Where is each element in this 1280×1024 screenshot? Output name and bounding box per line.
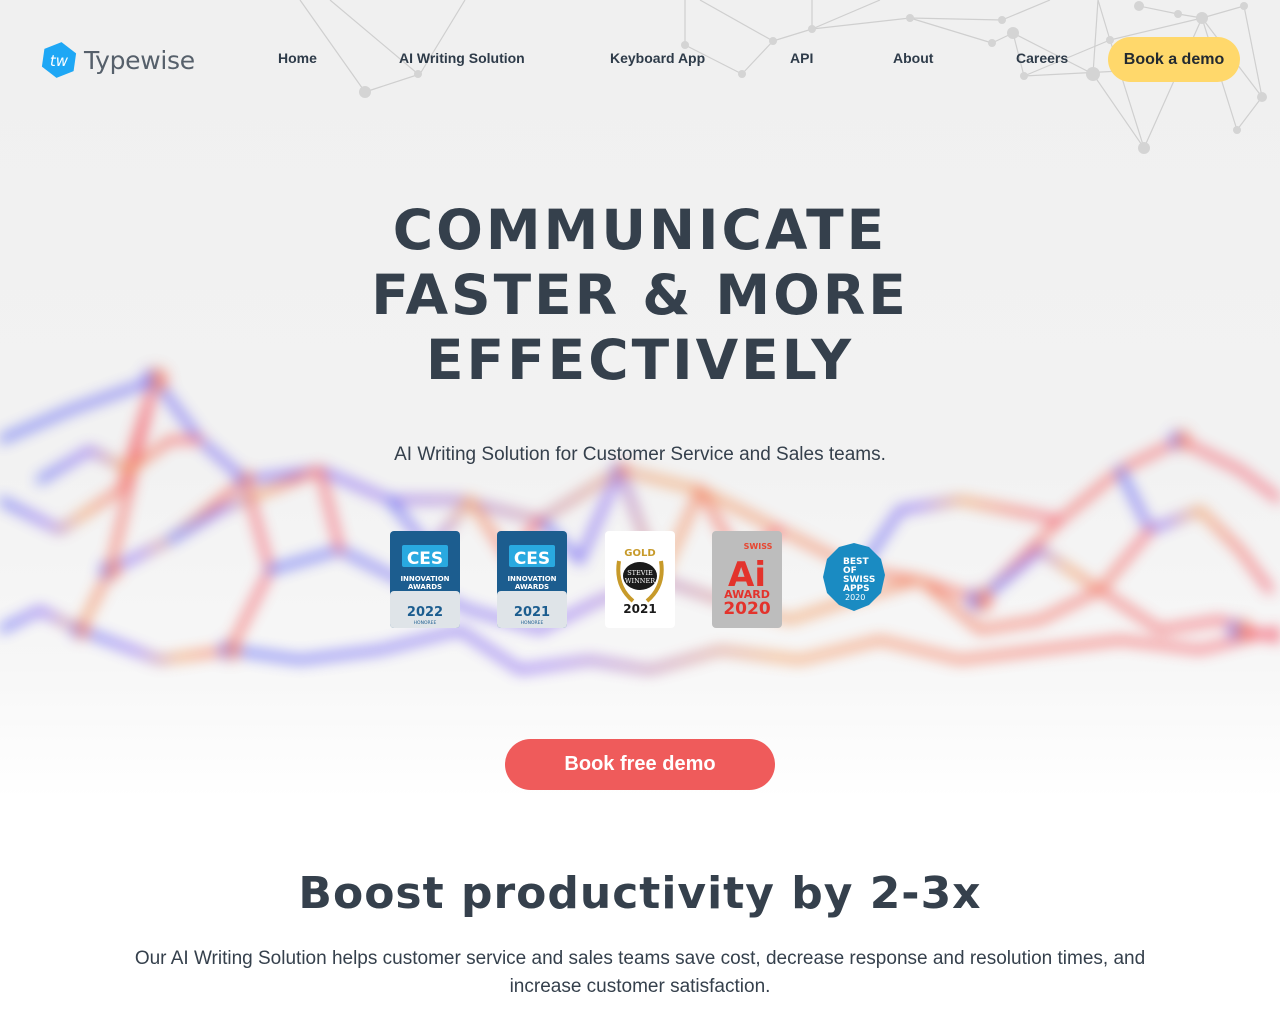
svg-text:INNOVATION: INNOVATION	[400, 575, 449, 583]
book-free-demo-button[interactable]: Book free demo	[505, 739, 775, 790]
svg-text:2022: 2022	[407, 605, 443, 620]
badge-ces-2022: CES INNOVATION AWARDS 2022 HONOREE	[390, 531, 460, 628]
svg-text:AWARDS: AWARDS	[515, 583, 549, 591]
brand-name: Typewise	[84, 45, 195, 75]
svg-text:STEVIE: STEVIE	[627, 569, 653, 577]
typewise-logo-icon: tw	[41, 42, 77, 78]
badge-swiss-ai-award: SWISS Ai AWARD 2020	[712, 531, 782, 628]
productivity-description: Our AI Writing Solution helps customer s…	[134, 948, 1146, 997]
svg-text:CES: CES	[514, 549, 550, 569]
badge-ces-2021: CES INNOVATION AWARDS 2021 HONOREE	[497, 531, 567, 628]
svg-text:SWISS: SWISS	[744, 542, 773, 551]
svg-text:HONOREE: HONOREE	[521, 620, 544, 626]
hero-title-line: COMMUNICATE	[392, 198, 888, 262]
nav-ai-writing-solution[interactable]: AI Writing Solution	[399, 50, 525, 66]
nav-about[interactable]: About	[893, 50, 933, 66]
svg-text:2020: 2020	[845, 593, 865, 602]
nav-keyboard-app[interactable]: Keyboard App	[610, 50, 705, 66]
svg-text:AWARDS: AWARDS	[408, 583, 442, 591]
svg-text:2020: 2020	[723, 599, 770, 619]
svg-text:CES: CES	[407, 549, 443, 569]
productivity-title: Boost productivity by 2-3x	[298, 868, 982, 919]
badge-stevie-gold: GOLD STEVIE WINNER 2021	[605, 531, 675, 628]
book-a-demo-button[interactable]: Book a demo	[1108, 37, 1240, 82]
svg-text:HONOREE: HONOREE	[414, 620, 437, 626]
hero-title-line: FASTER & MORE	[371, 263, 909, 327]
typewise-logo[interactable]: tw Typewise	[40, 41, 195, 79]
site-header: tw Typewise Home AI Writing Solution Key…	[0, 0, 1280, 120]
badge-best-of-swiss-apps: BEST OF SWISS APPS 2020	[819, 531, 889, 628]
hero-subtitle: AI Writing Solution for Customer Service…	[394, 444, 886, 465]
svg-text:GOLD: GOLD	[624, 548, 655, 559]
svg-text:INNOVATION: INNOVATION	[507, 575, 556, 583]
svg-text:2021: 2021	[623, 602, 656, 616]
nav-careers[interactable]: Careers	[1016, 50, 1068, 66]
svg-text:WINNER: WINNER	[625, 577, 656, 585]
nav-home[interactable]: Home	[278, 50, 317, 66]
hero-title-line: EFFECTIVELY	[425, 328, 855, 392]
nav-api[interactable]: API	[790, 50, 813, 66]
svg-text:2021: 2021	[514, 605, 550, 620]
hero-title: COMMUNICATE FASTER & MORE EFFECTIVELY	[290, 198, 990, 393]
svg-text:tw: tw	[50, 52, 69, 70]
